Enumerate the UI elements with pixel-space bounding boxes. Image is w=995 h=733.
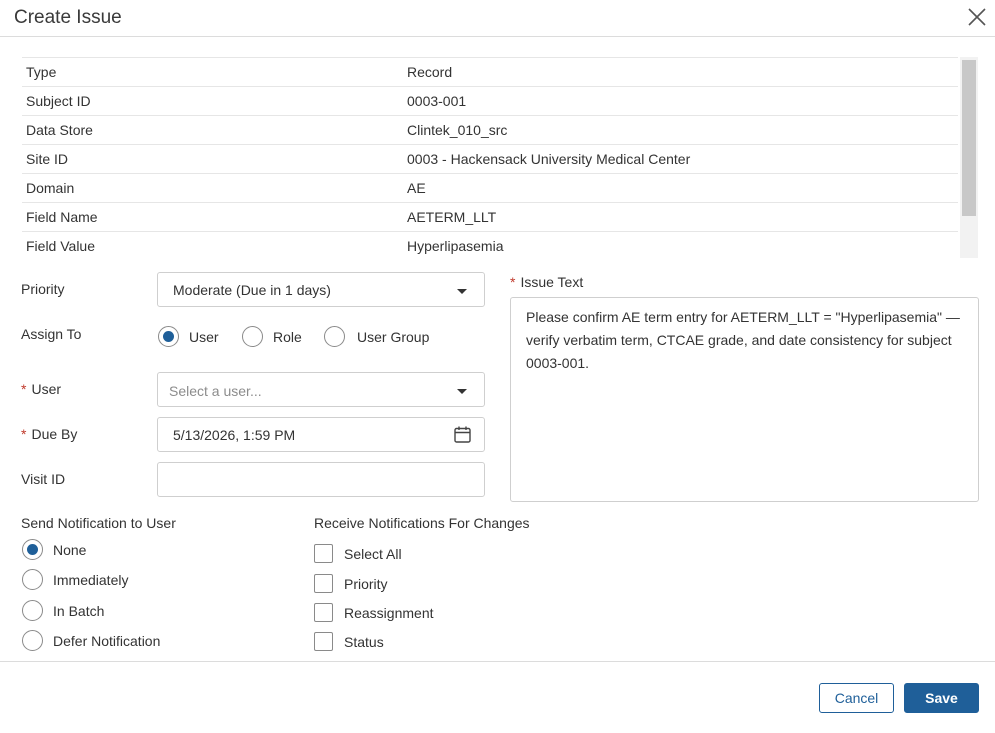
detail-value: Record bbox=[407, 64, 453, 80]
detail-value: Hyperlipasemia bbox=[407, 238, 504, 254]
select-all-checkbox[interactable] bbox=[314, 544, 333, 563]
priority-checkbox[interactable] bbox=[314, 574, 333, 593]
priority-value: Moderate (Due in 1 days) bbox=[173, 282, 331, 298]
notify-in-batch-radio[interactable] bbox=[22, 600, 43, 621]
chevron-down-icon bbox=[457, 289, 467, 294]
detail-row: Subject ID 0003-001 bbox=[22, 87, 958, 116]
detail-key: Domain bbox=[26, 180, 75, 196]
status-label: Status bbox=[344, 634, 384, 650]
user-placeholder: Select a user... bbox=[169, 383, 262, 399]
due-by-label: * Due By bbox=[21, 426, 77, 442]
issue-text-area[interactable]: Please confirm AE term entry for AETERM_… bbox=[510, 297, 979, 502]
detail-value: AETERM_LLT bbox=[407, 209, 497, 225]
detail-value: AE bbox=[407, 180, 426, 196]
user-label: * User bbox=[21, 381, 61, 397]
assign-to-user-radio[interactable] bbox=[158, 326, 179, 347]
status-checkbox[interactable] bbox=[314, 632, 333, 651]
user-select[interactable]: Select a user... bbox=[157, 372, 485, 407]
details-scrollbar-thumb[interactable] bbox=[962, 60, 976, 216]
assign-to-user-label: User bbox=[189, 329, 219, 345]
reassignment-label: Reassignment bbox=[344, 605, 434, 621]
notify-defer-label: Defer Notification bbox=[53, 633, 161, 649]
detail-row: Data Store Clintek_010_src bbox=[22, 116, 958, 145]
close-button[interactable] bbox=[963, 4, 991, 30]
required-mark: * bbox=[21, 426, 27, 442]
notify-none-label: None bbox=[53, 542, 87, 558]
due-by-value: 5/13/2026, 1:59 PM bbox=[173, 427, 296, 443]
send-notification-label: Send Notification to User bbox=[21, 515, 176, 531]
detail-row: Site ID 0003 - Hackensack University Medi… bbox=[22, 145, 958, 174]
notify-immediately-radio[interactable] bbox=[22, 569, 43, 590]
detail-key: Type bbox=[26, 64, 57, 80]
reassignment-checkbox[interactable] bbox=[314, 603, 333, 622]
assign-to-role-radio[interactable] bbox=[242, 326, 263, 347]
select-all-label: Select All bbox=[344, 546, 402, 562]
notify-defer-radio[interactable] bbox=[22, 630, 43, 651]
detail-row: Type Record bbox=[22, 58, 958, 87]
assign-to-user-group-radio[interactable] bbox=[324, 326, 345, 347]
assign-to-user-group-label: User Group bbox=[357, 329, 430, 345]
dialog-header: Create Issue bbox=[0, 0, 995, 37]
cancel-button[interactable]: Cancel bbox=[819, 683, 894, 713]
detail-row: Field Name AETERM_LLT bbox=[22, 203, 958, 232]
detail-key: Data Store bbox=[26, 122, 93, 138]
detail-row: Field Value Hyperlipasemia bbox=[22, 232, 958, 258]
dialog-title: Create Issue bbox=[14, 7, 122, 28]
receive-notifications-label: Receive Notifications For Changes bbox=[314, 515, 530, 531]
due-by-label-text: Due By bbox=[31, 426, 78, 442]
assign-to-role-label: Role bbox=[273, 329, 302, 345]
save-button[interactable]: Save bbox=[904, 683, 979, 713]
detail-row: Domain AE bbox=[22, 174, 958, 203]
required-mark: * bbox=[21, 381, 27, 397]
chevron-down-icon bbox=[457, 389, 467, 394]
notify-in-batch-label: In Batch bbox=[53, 603, 105, 619]
create-issue-dialog: Create Issue Type Record Subject ID 0003-0… bbox=[0, 0, 995, 733]
priority-dropdown[interactable]: Moderate (Due in 1 days) bbox=[157, 272, 485, 307]
detail-key: Field Name bbox=[26, 209, 98, 225]
notify-immediately-label: Immediately bbox=[53, 572, 129, 588]
detail-key: Subject ID bbox=[26, 93, 91, 109]
issue-details-table: Type Record Subject ID 0003-001 Data Store… bbox=[22, 57, 958, 258]
detail-key: Field Value bbox=[26, 238, 96, 254]
issue-text-label-text: Issue Text bbox=[520, 274, 584, 290]
priority-label: Priority bbox=[21, 281, 65, 297]
close-icon bbox=[968, 8, 986, 26]
priority-change-label: Priority bbox=[344, 576, 388, 592]
detail-value: 0003 - Hackensack University Medical Cen… bbox=[407, 151, 691, 167]
notify-none-radio[interactable] bbox=[22, 539, 43, 560]
required-mark: * bbox=[510, 274, 516, 290]
due-by-datepicker[interactable]: 5/13/2026, 1:59 PM bbox=[157, 417, 485, 452]
detail-value: 0003-001 bbox=[407, 93, 467, 109]
visit-id-label: Visit ID bbox=[21, 471, 66, 487]
calendar-icon[interactable] bbox=[454, 426, 471, 446]
user-label-text: User bbox=[31, 381, 62, 397]
issue-text-label: * Issue Text bbox=[510, 274, 583, 290]
assign-to-label: Assign To bbox=[21, 326, 82, 342]
detail-key: Site ID bbox=[26, 151, 69, 167]
visit-id-input[interactable] bbox=[157, 462, 485, 497]
detail-value: Clintek_010_src bbox=[407, 122, 508, 138]
